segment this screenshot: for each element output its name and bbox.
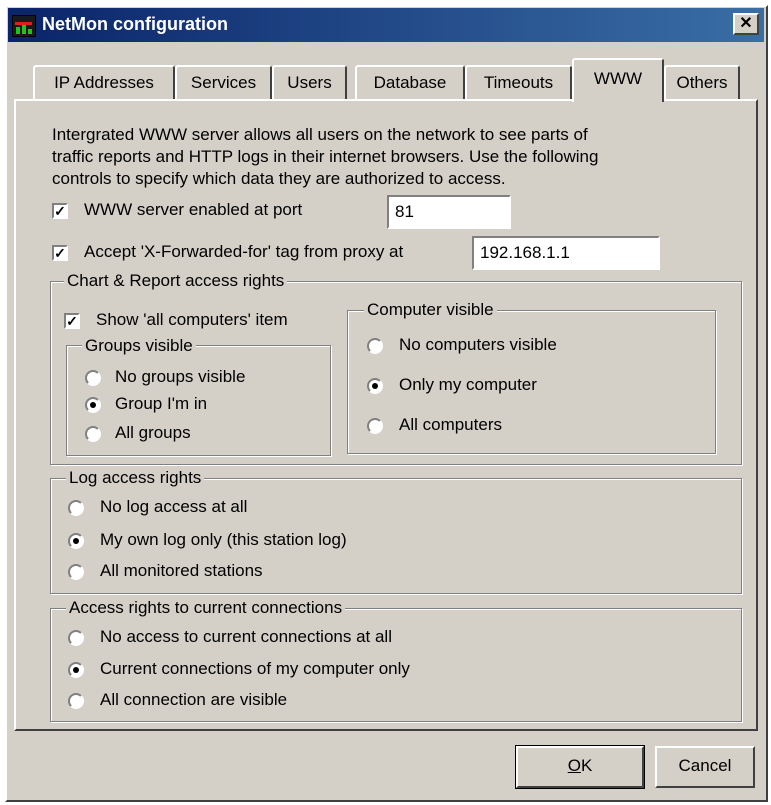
- intro-line: controls to specify which data they are …: [52, 169, 506, 188]
- radio-no-computers[interactable]: [367, 338, 383, 354]
- radio-label: My own log only (this station log): [100, 530, 347, 549]
- cancel-button[interactable]: Cancel: [655, 746, 755, 788]
- tab-others[interactable]: Others: [664, 65, 740, 99]
- tab-label: Database: [373, 73, 447, 92]
- radio-selected-dot: [73, 538, 79, 544]
- ok-label: K: [580, 756, 593, 775]
- chart-report-legend: Chart & Report access rights: [64, 271, 288, 291]
- radio-only-my-computer[interactable]: [367, 378, 383, 394]
- radio-label: All groups: [115, 423, 191, 442]
- radio-all-connections[interactable]: [68, 693, 84, 709]
- computer-visible-legend: Computer visible: [364, 300, 497, 320]
- radio-label: No log access at all: [100, 497, 248, 516]
- tab-services[interactable]: Services: [175, 65, 272, 99]
- radio-selected-dot: [73, 667, 79, 673]
- tab-label: WWW: [593, 69, 643, 88]
- tab-ip-addresses[interactable]: IP Addresses: [33, 65, 175, 99]
- radio-group-im-in[interactable]: [85, 397, 101, 413]
- radio-all-groups[interactable]: [85, 426, 101, 442]
- intro-line: Intergrated WWW server allows all users …: [52, 125, 588, 144]
- www-server-label: WWW server enabled at port: [84, 200, 303, 219]
- show-all-computers-checkbox[interactable]: ✓: [64, 313, 80, 329]
- proxy-address-input[interactable]: [472, 236, 660, 270]
- radio-label: All monitored stations: [100, 561, 263, 580]
- close-icon: ✕: [739, 15, 753, 32]
- radio-label: All computers: [399, 415, 502, 434]
- radio-no-log-access[interactable]: [68, 500, 84, 516]
- radio-label: No computers visible: [399, 335, 557, 354]
- tab-database[interactable]: Database: [355, 65, 465, 99]
- radio-label: Current connections of my computer only: [100, 659, 410, 678]
- check-icon: ✓: [54, 245, 66, 261]
- log-access-legend: Log access rights: [66, 468, 205, 488]
- check-icon: ✓: [54, 203, 66, 219]
- tab-label: Timeouts: [483, 73, 554, 92]
- ok-button[interactable]: OK: [515, 745, 645, 789]
- proxy-label: Accept 'X-Forwarded-for' tag from proxy …: [84, 242, 404, 261]
- connections-legend: Access rights to current connections: [66, 598, 346, 618]
- ok-mnemonic: O: [567, 756, 581, 775]
- radio-no-connections[interactable]: [68, 630, 84, 646]
- radio-label: No access to current connections at all: [100, 627, 392, 646]
- radio-label: No groups visible: [115, 367, 246, 386]
- cancel-label: Cancel: [678, 756, 732, 775]
- check-icon: ✓: [66, 313, 78, 329]
- radio-label: Group I'm in: [115, 394, 208, 413]
- radio-all-computers[interactable]: [367, 418, 383, 434]
- tab-timeouts[interactable]: Timeouts: [465, 65, 572, 99]
- tab-label: IP Addresses: [54, 73, 154, 92]
- groups-visible-legend: Groups visible: [82, 336, 196, 356]
- tab-label: Services: [190, 73, 257, 92]
- radio-my-connections-only[interactable]: [68, 662, 84, 678]
- radio-own-log-only[interactable]: [68, 533, 84, 549]
- port-input[interactable]: [387, 195, 511, 229]
- tab-users[interactable]: Users: [272, 65, 347, 99]
- radio-label: All connection are visible: [100, 690, 288, 709]
- radio-no-groups[interactable]: [85, 370, 101, 386]
- tab-www[interactable]: WWW: [572, 58, 664, 102]
- radio-label: Only my computer: [399, 375, 537, 394]
- radio-selected-dot: [90, 402, 96, 408]
- proxy-checkbox[interactable]: ✓: [52, 245, 68, 261]
- radio-selected-dot: [372, 383, 378, 389]
- intro-text: Intergrated WWW server allows all users …: [52, 124, 752, 190]
- www-server-checkbox[interactable]: ✓: [52, 203, 68, 219]
- netmon-app-icon: [12, 15, 36, 37]
- tab-label: Users: [287, 73, 332, 92]
- intro-line: traffic reports and HTTP logs in their i…: [52, 147, 599, 166]
- radio-all-monitored-stations[interactable]: [68, 564, 84, 580]
- show-all-computers-label: Show 'all computers' item: [96, 310, 288, 329]
- close-button[interactable]: ✕: [733, 13, 759, 35]
- tab-label: Others: [676, 73, 728, 92]
- window-title: NetMon configuration: [42, 14, 228, 34]
